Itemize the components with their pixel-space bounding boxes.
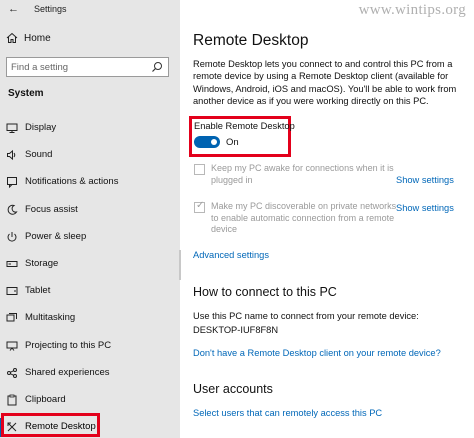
clipboard-icon [7,394,17,406]
sidebar-nav: Display Sound Notifications & actions Fo… [0,115,180,438]
app-title: Settings [34,4,67,14]
home-label: Home [24,33,51,44]
power-icon [7,231,17,242]
page-description: Remote Desktop lets you connect to and c… [193,59,457,107]
advanced-settings-link[interactable]: Advanced settings [193,250,269,260]
sidebar-item-label: Multitasking [25,312,76,324]
toggle-knob [211,139,217,145]
discoverable-checkbox[interactable]: ✓ [194,200,205,213]
sidebar-item-display[interactable]: Display [0,115,180,142]
main-content: www.wintips.org Remote Desktop Remote De… [179,0,474,438]
toggle-state-label: On [226,137,239,148]
keep-awake-text: Keep my PC awake for connections when it… [211,163,394,185]
multitasking-icon [6,313,17,322]
pc-name: DESKTOP-IUF8F8N [193,325,279,335]
search-box[interactable] [6,57,169,77]
watermark: www.wintips.org [358,2,466,18]
title-bar: ← Settings [0,0,180,22]
home-icon [6,32,18,43]
sidebar-item-clipboard[interactable]: Clipboard [0,387,180,414]
shared-icon [7,367,17,378]
projecting-icon [6,341,18,351]
sidebar-item-notifications[interactable]: Notifications & actions [0,169,180,196]
sidebar-item-label: Projecting to this PC [25,339,112,351]
section-title: System [8,88,44,99]
sidebar-item-label: Clipboard [25,393,66,405]
sidebar-item-label: Shared experiences [25,366,110,378]
sidebar-item-storage[interactable]: Storage [0,251,180,278]
checkmark-icon: ✓ [196,200,205,211]
show-settings-link-2[interactable]: Show settings [396,203,454,213]
sidebar-item-power-sleep[interactable]: Power & sleep [0,224,180,251]
enable-remote-desktop-toggle[interactable] [194,136,220,148]
sidebar-item-projecting[interactable]: Projecting to this PC [0,333,180,360]
storage-icon [6,260,18,267]
sidebar-item-tablet[interactable]: Tablet [0,278,180,305]
sidebar-item-shared-experiences[interactable]: Shared experiences [0,360,180,387]
sidebar-item-label: Tablet [25,285,51,297]
search-input[interactable] [11,60,141,74]
get-client-link[interactable]: Don't have a Remote Desktop client on yo… [193,348,441,358]
sidebar-item-multitasking[interactable]: Multitasking [0,305,180,332]
sidebar-item-label: Display [25,122,57,133]
search-icon[interactable] [151,61,163,73]
sidebar-item-label: Sound [25,149,53,161]
keep-awake-checkbox[interactable] [194,164,205,175]
sidebar-item-label: Storage [25,257,59,269]
sidebar-item-label: Focus assist [25,203,78,215]
moon-icon [7,204,18,215]
sound-icon [7,150,16,161]
page-title: Remote Desktop [193,32,309,49]
back-arrow-icon[interactable]: ← [8,3,19,15]
enable-remote-desktop-label: Enable Remote Desktop [194,121,295,131]
sidebar-item-sound[interactable]: Sound [0,142,180,169]
display-icon [6,123,18,133]
sidebar: ← Settings Home System Display Sound Not… [0,0,180,438]
show-settings-link-1[interactable]: Show settings [396,175,454,185]
select-users-link[interactable]: Select users that can remotely access th… [193,408,382,418]
user-accounts-heading: User accounts [193,382,273,396]
tablet-icon [6,287,18,296]
remote-desktop-highlight [1,413,100,437]
scrollbar[interactable] [179,250,181,280]
discoverable-text: Make my PC discoverable on private netwo… [211,201,397,234]
connect-heading: How to connect to this PC [193,285,337,299]
sidebar-item-focus-assist[interactable]: Focus assist [0,197,180,224]
notifications-icon [7,177,17,189]
connect-instruction: Use this PC name to connect from your re… [193,311,419,321]
sidebar-item-label: Notifications & actions [25,176,119,188]
home-button[interactable]: Home [0,28,180,50]
sidebar-item-label: Power & sleep [25,230,87,242]
